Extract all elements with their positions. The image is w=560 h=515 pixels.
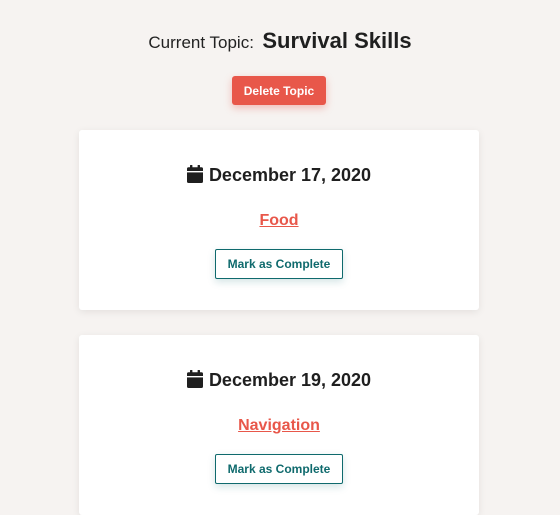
subtopic-link[interactable]: Food: [259, 212, 298, 229]
page-header: Current Topic: Survival Skills: [0, 28, 560, 54]
card-date: December 19, 2020: [208, 370, 372, 390]
current-topic-label: Current Topic:: [148, 33, 254, 52]
topic-title: Survival Skills: [262, 28, 412, 53]
card-date: December 17, 2020: [208, 165, 372, 185]
card-date-row: December 19, 2020: [79, 370, 479, 393]
delete-topic-button[interactable]: Delete Topic: [232, 76, 326, 105]
lesson-card: December 17, 2020 Food Mark as Complete: [79, 130, 479, 310]
mark-complete-button[interactable]: Mark as Complete: [215, 249, 343, 279]
mark-complete-button[interactable]: Mark as Complete: [215, 454, 343, 484]
calendar-icon: [186, 165, 203, 188]
card-link-row: Navigation: [79, 417, 479, 435]
calendar-icon: [186, 370, 203, 393]
card-link-row: Food: [79, 212, 479, 230]
card-date-row: December 17, 2020: [79, 165, 479, 188]
lesson-card: December 19, 2020 Navigation Mark as Com…: [79, 335, 479, 515]
subtopic-link[interactable]: Navigation: [238, 417, 320, 434]
